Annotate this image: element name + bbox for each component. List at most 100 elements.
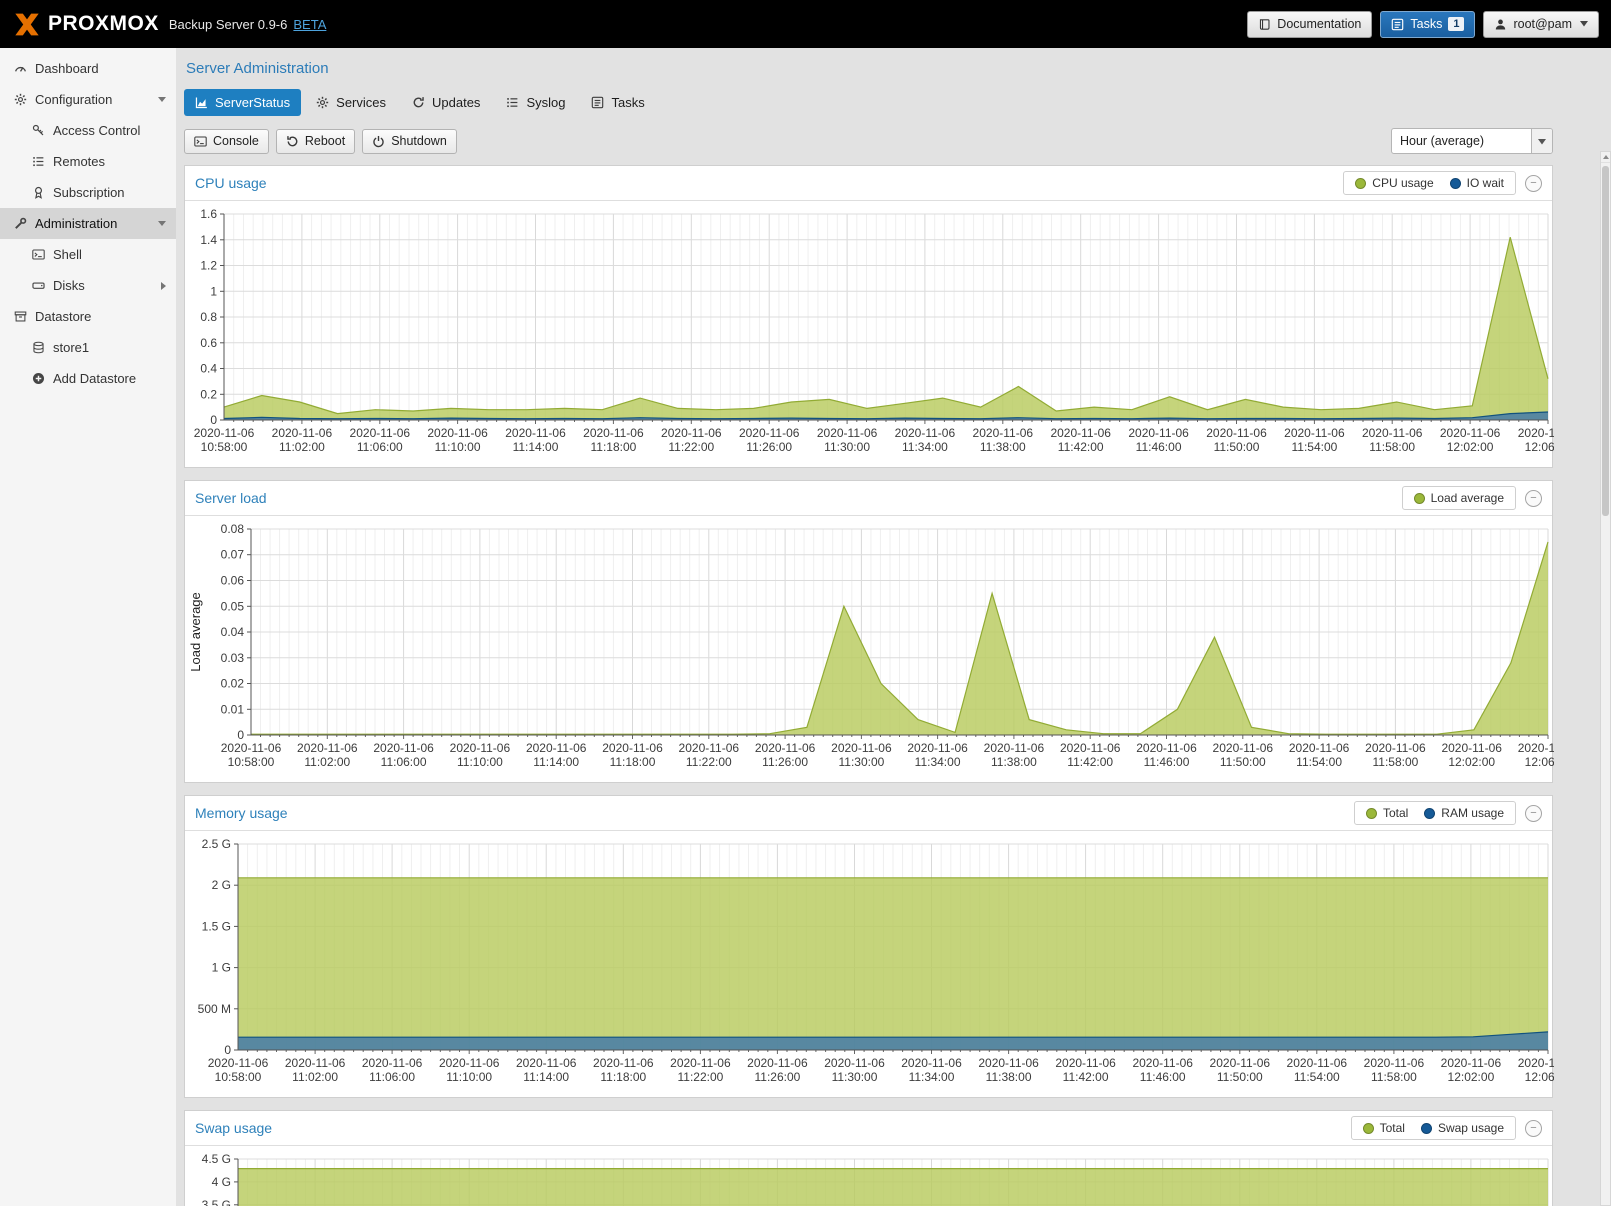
svg-text:11:10:00: 11:10:00: [435, 440, 481, 454]
svg-text:2020-11-06: 2020-11-06: [1206, 426, 1267, 440]
sidebar-item-shell[interactable]: Shell: [0, 239, 176, 270]
tasks-label: Tasks: [1410, 17, 1442, 31]
tab-syslog[interactable]: Syslog: [495, 89, 576, 116]
svg-text:2020-11-06: 2020-11-06: [1441, 741, 1502, 755]
combo-trigger[interactable]: [1531, 129, 1552, 153]
shutdown-button[interactable]: Shutdown: [362, 129, 457, 154]
chevron-down-icon[interactable]: [158, 221, 166, 226]
sidebar-item-disks[interactable]: Disks: [0, 270, 176, 301]
svg-text:2020-11-06: 2020-11-06: [895, 426, 956, 440]
scroll-up-button[interactable]: [1601, 152, 1610, 163]
svg-text:11:54:00: 11:54:00: [1294, 1070, 1340, 1084]
svg-text:11:18:00: 11:18:00: [600, 1070, 646, 1084]
svg-text:1.5 G: 1.5 G: [202, 919, 231, 933]
svg-text:11:34:00: 11:34:00: [909, 1070, 955, 1084]
book-icon: [1258, 18, 1271, 31]
sidebar-item-administration[interactable]: Administration: [0, 208, 176, 239]
user-label: root@pam: [1513, 17, 1572, 31]
sidebar-item-configuration[interactable]: Configuration: [0, 84, 176, 115]
chevron-down-icon[interactable]: [158, 97, 166, 102]
proxmox-brand: PROXMOX: [12, 11, 159, 38]
top-bar: PROXMOX Backup Server 0.9-6 BETA Documen…: [0, 0, 1611, 48]
sidebar-item-add-datastore[interactable]: Add Datastore: [0, 363, 176, 394]
svg-text:11:34:00: 11:34:00: [915, 755, 961, 769]
svg-text:11:02:00: 11:02:00: [292, 1070, 338, 1084]
legend-item-total: Total: [1363, 1121, 1405, 1135]
reboot-button[interactable]: Reboot: [276, 129, 355, 154]
collapse-tool-icon[interactable]: −: [1525, 1120, 1542, 1137]
collapse-tool-icon[interactable]: −: [1525, 805, 1542, 822]
svg-text:11:02:00: 11:02:00: [304, 755, 350, 769]
scroll-up-icon: [1603, 155, 1609, 159]
svg-text:2020-11-06: 2020-11-06: [679, 741, 740, 755]
user-menu-button[interactable]: root@pam: [1483, 11, 1599, 38]
svg-text:11:50:00: 11:50:00: [1214, 440, 1260, 454]
svg-text:11:06:00: 11:06:00: [381, 755, 427, 769]
sidebar-item-label: Datastore: [35, 309, 91, 324]
button-label: Shutdown: [391, 134, 447, 148]
svg-text:2020-11-06: 2020-11-06: [427, 426, 488, 440]
time-range-select[interactable]: Hour (average): [1391, 128, 1553, 154]
wrench-icon: [10, 217, 30, 230]
gear-icon: [316, 96, 329, 109]
svg-text:11:38:00: 11:38:00: [991, 755, 1037, 769]
svg-text:0.06: 0.06: [221, 574, 245, 588]
tab-updates[interactable]: Updates: [401, 89, 491, 116]
svg-text:11:42:00: 11:42:00: [1067, 755, 1113, 769]
svg-text:0.03: 0.03: [221, 651, 245, 665]
sidebar-item-dashboard[interactable]: Dashboard: [0, 53, 176, 84]
sidebar-item-subscription[interactable]: Subscription: [0, 177, 176, 208]
sidebar-item-label: store1: [53, 340, 89, 355]
chevron-right-icon[interactable]: [161, 282, 166, 290]
sidebar-item-remotes[interactable]: Remotes: [0, 146, 176, 177]
svg-text:12:06:00: 12:06:00: [1525, 440, 1554, 454]
legend-dot-icon: [1355, 178, 1366, 189]
sidebar-item-datastore[interactable]: Datastore: [0, 301, 176, 332]
svg-text:0.01: 0.01: [221, 702, 245, 716]
proxmox-logo-icon: [12, 11, 42, 38]
tab-tasks[interactable]: Tasks: [580, 89, 655, 116]
svg-text:11:30:00: 11:30:00: [832, 1070, 878, 1084]
sidebar-item-store1[interactable]: store1: [0, 332, 176, 363]
svg-text:0.4: 0.4: [200, 362, 217, 376]
svg-text:2020-11-06: 2020-11-06: [670, 1056, 731, 1070]
svg-text:2020-11-06: 2020-11-06: [272, 426, 333, 440]
svg-text:2020-11-06: 2020-11-06: [1518, 426, 1554, 440]
legend-item-cpu-usage: CPU usage: [1355, 176, 1433, 190]
legend-label: Load average: [1431, 491, 1504, 505]
panel-title: Memory usage: [195, 805, 288, 821]
tab-serverstatus[interactable]: ServerStatus: [184, 89, 301, 116]
scrollbar-thumb[interactable]: [1602, 166, 1609, 516]
svg-text:2020-11-06: 2020-11-06: [1055, 1056, 1116, 1070]
svg-text:0.2: 0.2: [200, 387, 217, 401]
svg-text:1: 1: [210, 284, 217, 298]
console-button[interactable]: Console: [184, 129, 269, 154]
swap-usage-panel: Swap usage TotalSwap usage − 0500 M1 G1.…: [184, 1110, 1553, 1206]
svg-text:11:42:00: 11:42:00: [1058, 440, 1104, 454]
svg-text:12:02:00: 12:02:00: [1447, 440, 1494, 454]
key-icon: [28, 124, 48, 137]
gear-icon: [10, 93, 30, 106]
svg-text:11:58:00: 11:58:00: [1372, 755, 1418, 769]
memory-usage-chart: 0500 M1 G1.5 G2 G2.5 G2020-11-0610:58:00…: [185, 831, 1552, 1097]
svg-text:2020-11-06: 2020-11-06: [824, 1056, 885, 1070]
svg-text:10:58:00: 10:58:00: [215, 1070, 262, 1084]
svg-text:12:06:00: 12:06:00: [1525, 1070, 1554, 1084]
documentation-button[interactable]: Documentation: [1247, 11, 1372, 38]
collapse-tool-icon[interactable]: −: [1525, 175, 1542, 192]
chevron-down-icon: [1538, 134, 1546, 148]
tab-services[interactable]: Services: [305, 89, 397, 116]
svg-text:11:06:00: 11:06:00: [357, 440, 403, 454]
svg-text:1.2: 1.2: [200, 259, 217, 273]
svg-text:2020-11-06: 2020-11-06: [817, 426, 878, 440]
tasks-button[interactable]: Tasks 1: [1380, 11, 1475, 38]
beta-link[interactable]: BETA: [293, 17, 326, 32]
user-icon: [1494, 18, 1507, 31]
sidebar-item-access-control[interactable]: Access Control: [0, 115, 176, 146]
svg-text:2020-11-06: 2020-11-06: [373, 741, 434, 755]
collapse-tool-icon[interactable]: −: [1525, 490, 1542, 507]
vertical-scrollbar[interactable]: [1600, 151, 1611, 1206]
svg-text:2020-11-06: 2020-11-06: [1128, 426, 1189, 440]
svg-text:11:54:00: 11:54:00: [1296, 755, 1342, 769]
svg-text:11:26:00: 11:26:00: [746, 440, 792, 454]
